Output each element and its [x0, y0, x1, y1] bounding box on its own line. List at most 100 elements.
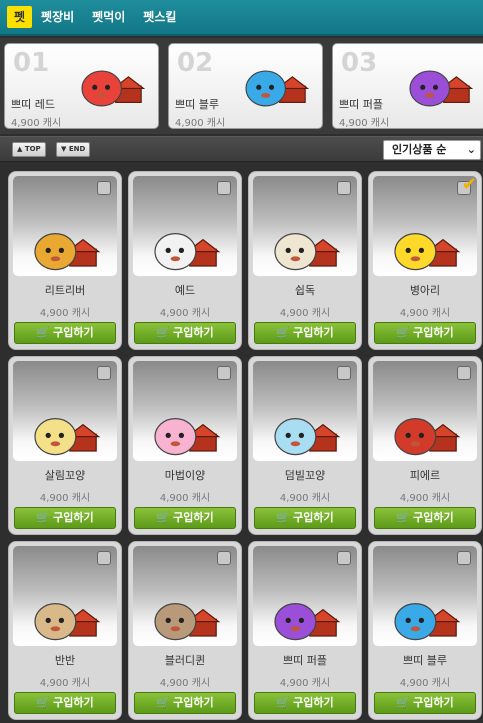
- pet-image: [387, 218, 463, 276]
- product-card[interactable]: 마법이양 4,900 캐시 🛒 구입하기: [128, 356, 242, 535]
- product-name: 살림꼬양: [44, 469, 86, 482]
- product-price: 4,900 캐시: [159, 308, 211, 319]
- buy-label: 구입하기: [293, 696, 334, 709]
- buy-label: 구입하기: [293, 511, 334, 524]
- buy-label: 구입하기: [413, 696, 454, 709]
- up-arrow-icon: ▲: [17, 145, 23, 153]
- buy-button[interactable]: 🛒 구입하기: [134, 507, 236, 529]
- product-card[interactable]: 반반 4,900 캐시 🛒 구입하기: [8, 541, 122, 720]
- rank-product-name: 쁘띠 블루: [175, 98, 219, 111]
- product-price: 4,900 캐시: [159, 493, 211, 504]
- buy-label: 구입하기: [53, 696, 94, 709]
- product-name: 쉽독: [294, 284, 316, 297]
- product-card[interactable]: 쉽독 4,900 캐시 🛒 구입하기: [248, 171, 362, 350]
- scroll-top-button[interactable]: ▲ TOP: [12, 142, 46, 157]
- product-price: 4,900 캐시: [39, 493, 91, 504]
- wishlist-checkbox[interactable]: [97, 551, 111, 565]
- product-card[interactable]: 쁘띠 블루 4,900 캐시 🛒 구입하기: [368, 541, 482, 720]
- product-name: 예드: [174, 284, 196, 297]
- cart-icon: 🛒: [36, 511, 51, 524]
- product-price: 4,900 캐시: [39, 678, 91, 689]
- buy-button[interactable]: 🛒 구입하기: [374, 692, 476, 714]
- buy-label: 구입하기: [413, 511, 454, 524]
- pet-image: [27, 588, 103, 646]
- pet-image: [387, 403, 463, 461]
- product-card[interactable]: 살림꼬양 4,900 캐시 🛒 구입하기: [8, 356, 122, 535]
- pet-image: [147, 588, 223, 646]
- rank-product-name: 쁘띠 퍼플: [339, 98, 383, 111]
- product-price: 4,900 캐시: [279, 308, 331, 319]
- buy-button[interactable]: 🛒 구입하기: [134, 692, 236, 714]
- wishlist-checkbox[interactable]: [337, 551, 351, 565]
- product-name: 마법이양: [164, 469, 206, 482]
- ranking-card[interactable]: 03 쁘띠 퍼플 4,900 캐시: [332, 43, 483, 129]
- product-price: 4,900 캐시: [279, 493, 331, 504]
- pet-image: [147, 218, 223, 276]
- buy-label: 구입하기: [413, 326, 454, 339]
- buy-button[interactable]: 🛒 구입하기: [14, 507, 116, 529]
- tab-pet-food[interactable]: 펫먹이: [83, 6, 134, 28]
- tab-pet[interactable]: 펫: [7, 6, 33, 28]
- product-price: 4,900 캐시: [39, 308, 91, 319]
- pet-image: [267, 218, 343, 276]
- cart-icon: 🛒: [156, 511, 171, 524]
- pet-image: [76, 56, 146, 118]
- pet-image: [27, 218, 103, 276]
- product-name: 리트리버: [44, 284, 86, 297]
- pet-image: [240, 56, 310, 118]
- scroll-end-button[interactable]: ▼ END: [56, 142, 91, 157]
- tab-pet-equipment[interactable]: 펫장비: [32, 6, 83, 28]
- product-name: 블러디퀸: [164, 654, 206, 667]
- wishlist-checkbox[interactable]: [97, 366, 111, 380]
- rank-product-price: 4,900 캐시: [11, 118, 62, 129]
- ranking-card[interactable]: 01 쁘띠 레드 4,900 캐시: [4, 43, 159, 129]
- buy-label: 구입하기: [173, 326, 214, 339]
- wishlist-checkbox[interactable]: [217, 551, 231, 565]
- ranking-strip: 01 쁘띠 레드 4,900 캐시 02 쁘띠 블루 4,900 캐시 03 쁘띠 퍼플 4,9…: [0, 38, 483, 134]
- cart-icon: 🛒: [156, 326, 171, 339]
- product-name: 덤빌꼬양: [284, 469, 326, 482]
- wishlist-checkbox[interactable]: [97, 181, 111, 195]
- product-name: 반반: [54, 654, 76, 667]
- wishlist-checkbox[interactable]: [217, 366, 231, 380]
- cart-icon: 🛒: [36, 696, 51, 709]
- buy-button[interactable]: 🛒 구입하기: [14, 692, 116, 714]
- sort-value: 인기상품 순: [392, 143, 447, 156]
- rank-product-price: 4,900 캐시: [175, 118, 226, 129]
- ranking-card[interactable]: 02 쁘띠 블루 4,900 캐시: [168, 43, 323, 129]
- buy-button[interactable]: 🛒 구입하기: [254, 507, 356, 529]
- product-card[interactable]: 쁘띠 퍼플 4,900 캐시 🛒 구입하기: [248, 541, 362, 720]
- buy-button[interactable]: 🛒 구입하기: [254, 692, 356, 714]
- product-card[interactable]: 피에르 4,900 캐시 🛒 구입하기: [368, 356, 482, 535]
- checkmark-icon: ✔: [461, 174, 477, 195]
- buy-label: 구입하기: [53, 326, 94, 339]
- cart-icon: 🛒: [276, 511, 291, 524]
- buy-button[interactable]: 🛒 구입하기: [14, 322, 116, 344]
- cart-icon: 🛒: [276, 696, 291, 709]
- cart-icon: 🛒: [156, 696, 171, 709]
- chevron-down-icon: ⌄: [466, 143, 476, 156]
- buy-label: 구입하기: [173, 511, 214, 524]
- buy-button[interactable]: 🛒 구입하기: [254, 322, 356, 344]
- sort-order-select[interactable]: 인기상품 순 ⌄: [383, 140, 481, 160]
- cart-icon: 🛒: [36, 326, 51, 339]
- wishlist-checkbox[interactable]: [217, 181, 231, 195]
- product-card[interactable]: 리트리버 4,900 캐시 🛒 구입하기: [8, 171, 122, 350]
- wishlist-checkbox[interactable]: [457, 551, 471, 565]
- wishlist-checkbox[interactable]: [337, 366, 351, 380]
- product-card[interactable]: 덤빌꼬양 4,900 캐시 🛒 구입하기: [248, 356, 362, 535]
- wishlist-checkbox[interactable]: [457, 366, 471, 380]
- buy-button[interactable]: 🛒 구입하기: [374, 507, 476, 529]
- tab-pet-skill[interactable]: 펫스킬: [134, 6, 185, 28]
- buy-button[interactable]: 🛒 구입하기: [374, 322, 476, 344]
- buy-button[interactable]: 🛒 구입하기: [134, 322, 236, 344]
- wishlist-checkbox[interactable]: [337, 181, 351, 195]
- rank-number: 01: [13, 48, 50, 78]
- product-card[interactable]: 예드 4,900 캐시 🛒 구입하기: [128, 171, 242, 350]
- cart-icon: 🛒: [396, 696, 411, 709]
- pet-image: [267, 588, 343, 646]
- product-card[interactable]: ✔ 병아리 4,900 캐시 🛒 구입하기: [368, 171, 482, 350]
- buy-label: 구입하기: [293, 326, 334, 339]
- rank-product-price: 4,900 캐시: [339, 118, 390, 129]
- product-card[interactable]: 블러디퀸 4,900 캐시 🛒 구입하기: [128, 541, 242, 720]
